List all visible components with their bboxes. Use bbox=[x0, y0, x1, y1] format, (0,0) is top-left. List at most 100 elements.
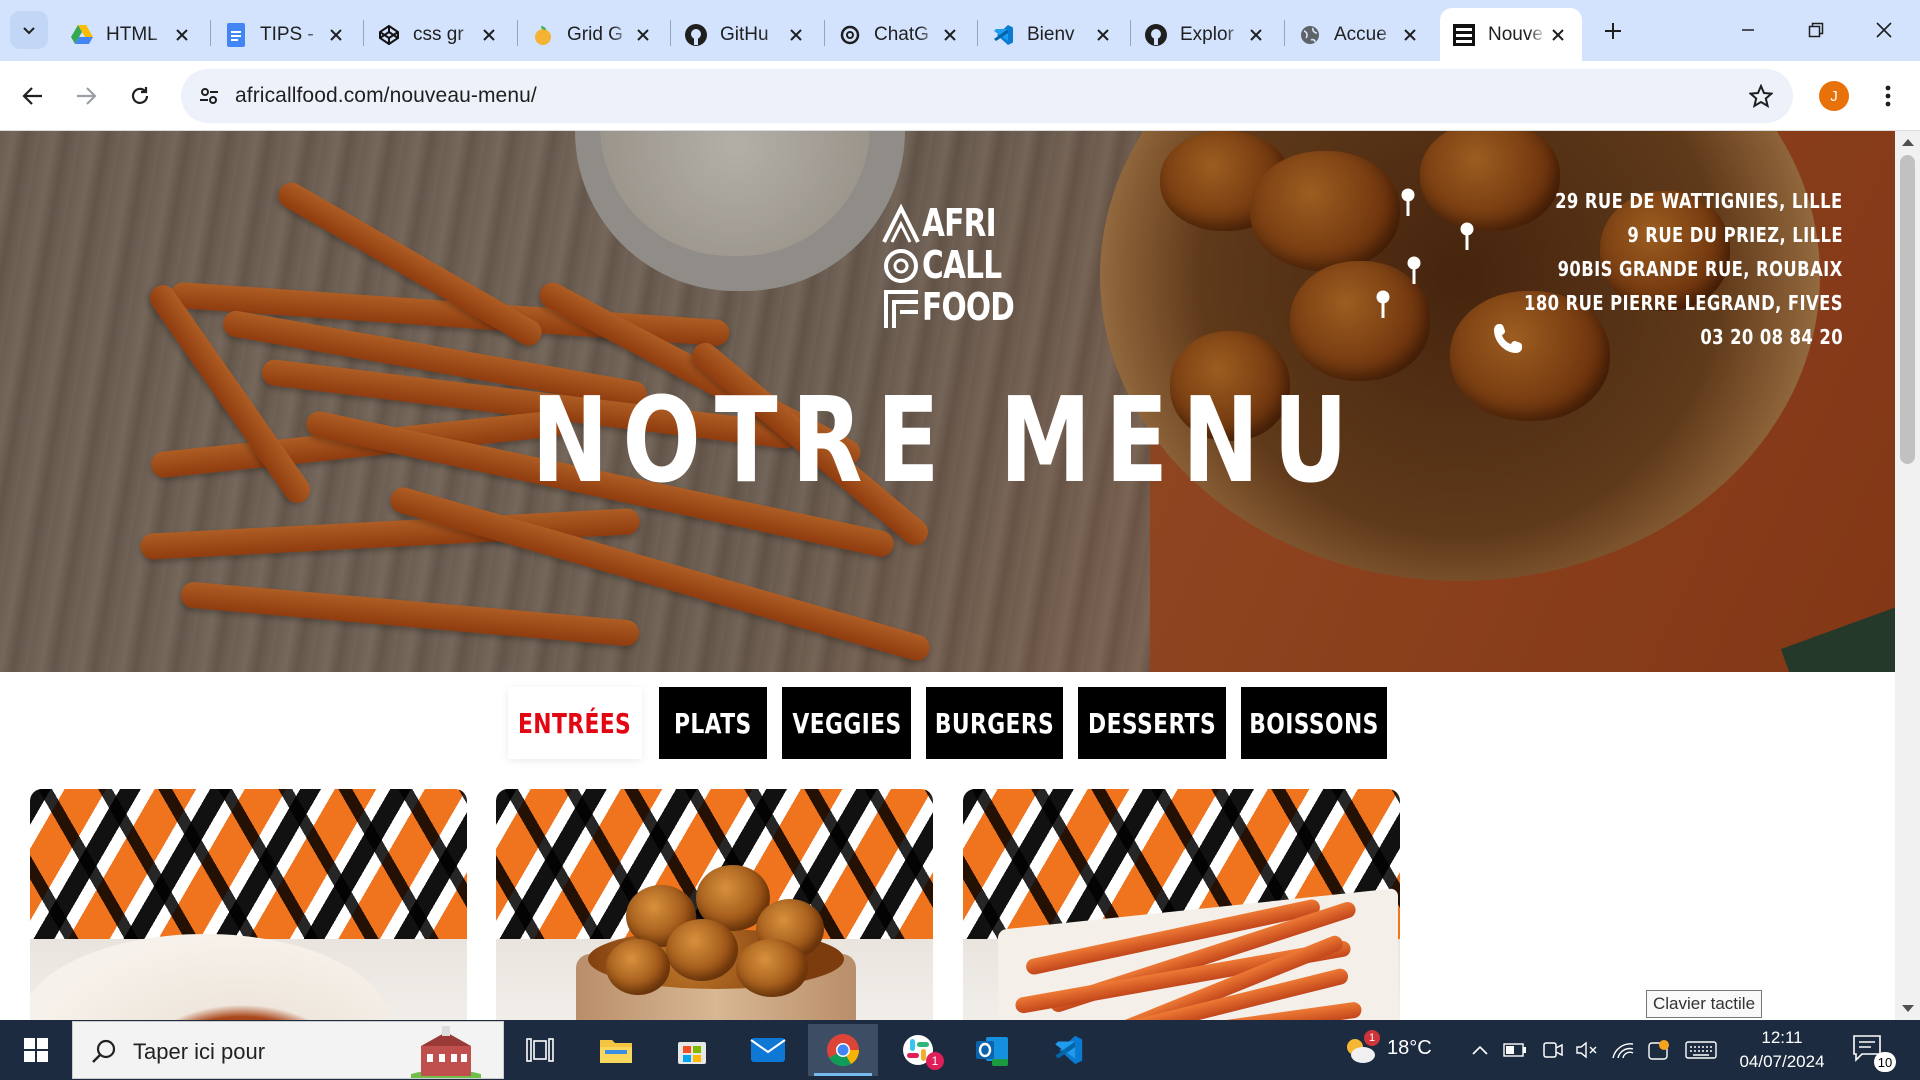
browser-tab-bar: HTML TIPS - css gr Grid G GitHu ChatG Bi… bbox=[0, 0, 1920, 61]
plantain-piece bbox=[666, 919, 738, 981]
address-bar[interactable]: africallfood.com/nouveau-menu/ bbox=[181, 69, 1793, 123]
weather-temperature[interactable]: 18°C bbox=[1387, 1037, 1432, 1060]
meet-now-button[interactable] bbox=[1540, 1034, 1566, 1066]
product-card[interactable] bbox=[496, 789, 933, 1020]
battery-indicator[interactable] bbox=[1502, 1034, 1528, 1066]
github-icon bbox=[1144, 23, 1168, 47]
address-item[interactable]: 29 RUE DE WATTIGNIES, LILLE bbox=[1343, 184, 1843, 218]
product-card[interactable] bbox=[30, 789, 467, 1020]
weather-badge: 1 bbox=[1364, 1030, 1380, 1046]
touch-keyboard-button[interactable] bbox=[1684, 1034, 1718, 1066]
scroll-up-arrow[interactable] bbox=[1902, 139, 1914, 146]
tab-entrees[interactable]: ENTRÉES bbox=[508, 687, 642, 759]
browser-tab[interactable]: Explor bbox=[1132, 8, 1280, 61]
security-status[interactable] bbox=[1646, 1034, 1672, 1066]
search-icon bbox=[92, 1039, 116, 1063]
close-icon[interactable] bbox=[784, 23, 808, 47]
close-icon[interactable] bbox=[477, 23, 501, 47]
windows-taskbar: Taper ici pour 1 1 18°C 12:11 04/07/2024… bbox=[0, 1020, 1920, 1080]
browser-tab[interactable]: Bienv bbox=[979, 8, 1127, 61]
taskbar-outlook[interactable] bbox=[960, 1024, 1024, 1076]
tab-separator bbox=[670, 20, 671, 46]
start-button[interactable] bbox=[12, 1032, 60, 1068]
africallfood-icon bbox=[1452, 23, 1476, 47]
task-view-button[interactable] bbox=[508, 1024, 572, 1076]
taskbar-microsoft-store[interactable] bbox=[660, 1024, 724, 1076]
windows-icon bbox=[24, 1038, 48, 1062]
bookmark-star-icon[interactable] bbox=[1747, 82, 1775, 110]
browser-tab[interactable]: ChatG bbox=[826, 8, 974, 61]
scroll-down-arrow[interactable] bbox=[1902, 1005, 1914, 1012]
product-card[interactable] bbox=[963, 789, 1400, 1020]
tab-desserts[interactable]: DESSERTS bbox=[1078, 687, 1226, 759]
taskbar-mail[interactable] bbox=[736, 1024, 800, 1076]
tab-boissons[interactable]: BOISSONS bbox=[1241, 687, 1387, 759]
browser-tab[interactable]: css gr bbox=[365, 8, 513, 61]
taskbar-vscode[interactable] bbox=[1036, 1024, 1100, 1076]
close-icon[interactable] bbox=[1546, 23, 1570, 47]
minimize-icon bbox=[1742, 29, 1754, 31]
browser-tab[interactable]: TIPS - bbox=[212, 8, 360, 61]
close-icon[interactable] bbox=[1244, 23, 1268, 47]
keyboard-icon bbox=[1685, 1041, 1717, 1059]
tab-separator bbox=[517, 20, 518, 46]
more-vertical-icon bbox=[1885, 85, 1891, 107]
page-scrollbar[interactable] bbox=[1895, 131, 1920, 1020]
chrome-icon bbox=[827, 1034, 860, 1067]
tab-veggies[interactable]: VEGGIES bbox=[782, 687, 911, 759]
close-icon[interactable] bbox=[324, 23, 348, 47]
forward-button[interactable] bbox=[68, 78, 104, 114]
github-icon bbox=[684, 23, 708, 47]
tab-search-button[interactable] bbox=[10, 11, 48, 49]
taskbar-slack[interactable]: 1 bbox=[886, 1024, 950, 1076]
scroll-thumb[interactable] bbox=[1900, 155, 1915, 464]
reload-button[interactable] bbox=[122, 78, 158, 114]
show-hidden-icons-button[interactable] bbox=[1468, 1034, 1492, 1066]
close-icon[interactable] bbox=[1398, 23, 1422, 47]
grid-generator-icon bbox=[531, 23, 555, 47]
profile-avatar[interactable]: J bbox=[1819, 81, 1849, 111]
page-viewport: AFRI CALL FOOD NOTRE MENU 29 RUE DE WATT… bbox=[0, 131, 1895, 1020]
volume-button[interactable] bbox=[1574, 1034, 1600, 1066]
restore-button[interactable] bbox=[1788, 8, 1844, 52]
address-item[interactable]: 180 RUE PIERRE LEGRAND, FIVES bbox=[1343, 286, 1843, 320]
close-window-button[interactable] bbox=[1856, 8, 1912, 52]
weather-widget[interactable]: 1 bbox=[1340, 1030, 1380, 1066]
arrow-left-icon bbox=[22, 87, 42, 105]
taskbar-clock[interactable]: 12:11 04/07/2024 bbox=[1722, 1026, 1842, 1074]
hero-banner: AFRI CALL FOOD NOTRE MENU 29 RUE DE WATT… bbox=[0, 131, 1895, 672]
camera-icon bbox=[1543, 1042, 1563, 1058]
close-icon[interactable] bbox=[1091, 23, 1115, 47]
chatgpt-icon bbox=[838, 23, 862, 47]
close-icon[interactable] bbox=[631, 23, 655, 47]
tab-plats[interactable]: PLATS bbox=[659, 687, 767, 759]
browser-menu-button[interactable] bbox=[1870, 78, 1906, 114]
outlook-icon bbox=[976, 1037, 1008, 1066]
phone-item[interactable]: 03 20 08 84 20 bbox=[1343, 320, 1843, 354]
arrow-right-icon bbox=[77, 87, 97, 105]
site-logo[interactable]: AFRI CALL FOOD bbox=[882, 202, 1015, 330]
shield-warning-icon bbox=[1648, 1040, 1669, 1060]
network-button[interactable] bbox=[1610, 1034, 1636, 1066]
tab-burgers[interactable]: BURGERS bbox=[926, 687, 1063, 759]
taskbar-search[interactable]: Taper ici pour bbox=[72, 1021, 504, 1079]
taskbar-chrome[interactable] bbox=[808, 1024, 878, 1076]
browser-tab-active[interactable]: Nouve bbox=[1440, 8, 1582, 61]
browser-tab[interactable]: GitHu bbox=[672, 8, 820, 61]
restore-icon bbox=[1808, 22, 1824, 38]
minimize-button[interactable] bbox=[1720, 8, 1776, 52]
taskbar-file-explorer[interactable] bbox=[584, 1024, 648, 1076]
new-tab-button[interactable] bbox=[1596, 14, 1630, 48]
back-button[interactable] bbox=[15, 78, 51, 114]
site-settings-icon[interactable] bbox=[191, 78, 227, 114]
close-icon[interactable] bbox=[170, 23, 194, 47]
address-item[interactable]: 9 RUE DU PRIEZ, LILLE bbox=[1343, 218, 1843, 252]
microsoft-store-icon bbox=[678, 1042, 706, 1064]
browser-tab[interactable]: HTML bbox=[58, 8, 206, 61]
browser-tab[interactable]: Grid G bbox=[519, 8, 667, 61]
speaker-muted-icon bbox=[1576, 1041, 1597, 1059]
close-icon[interactable] bbox=[938, 23, 962, 47]
browser-tab[interactable]: Accue bbox=[1286, 8, 1434, 61]
vscode-icon bbox=[991, 23, 1015, 47]
address-item[interactable]: 90BIS GRANDE RUE, ROUBAIX bbox=[1343, 252, 1843, 286]
